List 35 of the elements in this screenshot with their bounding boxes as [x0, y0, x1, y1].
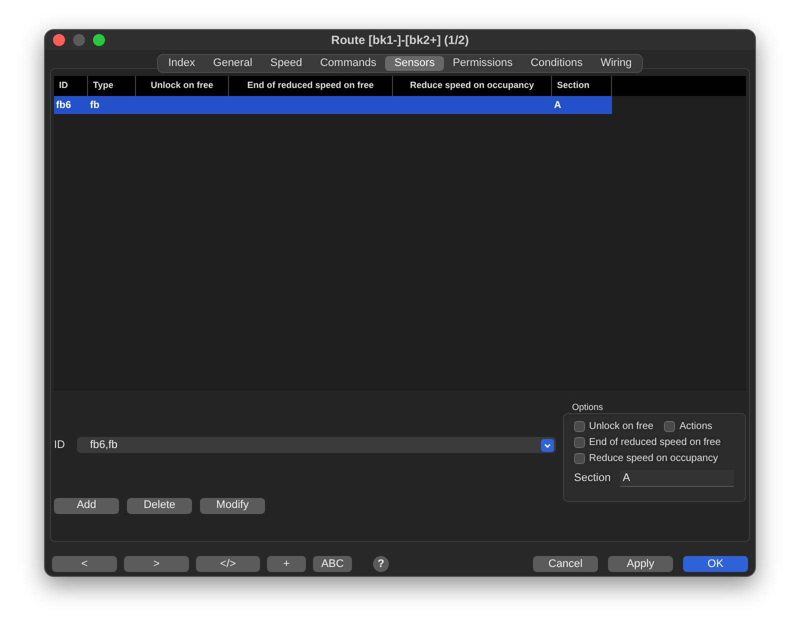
action-button[interactable]: Add [54, 498, 119, 514]
toolbar-button[interactable]: </> [196, 556, 260, 572]
id-value: fb6,fb [90, 438, 118, 453]
tab[interactable]: Sensors [385, 56, 444, 71]
id-label: ID [54, 438, 65, 453]
toolbar-button[interactable]: ABC [313, 556, 352, 572]
checkbox[interactable]: Reduce speed on occupancy [574, 452, 735, 465]
checkbox[interactable]: Actions [664, 420, 712, 433]
action-button[interactable]: Delete [127, 498, 192, 514]
id-combo-box[interactable]: fb6,fb [77, 437, 556, 454]
tab[interactable]: Speed [261, 56, 312, 71]
checkbox[interactable]: End of reduced speed on free [574, 436, 735, 449]
tab[interactable]: Commands [311, 56, 386, 71]
options-title: Options [572, 401, 604, 413]
section-label: Section [574, 471, 611, 486]
section-field[interactable]: A [620, 470, 734, 487]
tab[interactable]: Wiring [592, 56, 641, 71]
help-button[interactable]: ? [373, 556, 389, 572]
toolbar-button[interactable]: > [124, 556, 189, 572]
table-row[interactable]: fb6 fb A [54, 96, 612, 114]
window-title: Route [bk1-]-[bk2+] (1/2) [331, 33, 469, 47]
dialog-button[interactable]: OK [683, 556, 748, 572]
tab[interactable]: Index [159, 56, 204, 71]
dialog-button[interactable]: Apply [608, 556, 673, 572]
action-button[interactable]: Modify [200, 498, 265, 514]
dialog-button[interactable]: Cancel [533, 556, 598, 572]
tab[interactable]: General [204, 56, 262, 71]
toolbar-button[interactable]: < [52, 556, 117, 572]
table-cell-text: A [554, 98, 562, 112]
table-cell-text: fb [90, 98, 100, 112]
table-cell-text: fb6 [56, 98, 71, 112]
checkbox[interactable]: Unlock on free [574, 420, 654, 433]
toolbar-button[interactable]: + [267, 556, 306, 572]
tab[interactable]: Conditions [522, 56, 592, 71]
tab[interactable]: Permissions [444, 56, 522, 71]
